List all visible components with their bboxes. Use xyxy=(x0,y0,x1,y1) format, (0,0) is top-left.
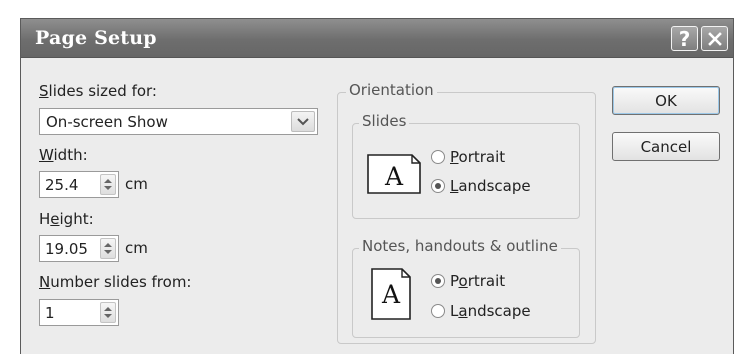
notes-portrait-label: Portrait xyxy=(450,272,506,290)
spinner-arrows-icon[interactable] xyxy=(100,302,116,323)
slides-portrait-label: Portrait xyxy=(450,148,506,166)
radio-checked-icon xyxy=(431,274,445,288)
slides-landscape-label: Landscape xyxy=(450,177,531,195)
help-button[interactable]: ? xyxy=(671,26,698,51)
landscape-page-icon: A xyxy=(367,154,421,198)
svg-text:A: A xyxy=(381,280,401,309)
width-spinner[interactable]: 25.4 xyxy=(39,171,119,198)
height-spinner[interactable]: 19.05 xyxy=(39,235,119,262)
dialog-title: Page Setup xyxy=(35,27,157,49)
page-setup-dialog: Page Setup ? Slides sized for: On-screen… xyxy=(20,18,734,354)
slides-landscape-radio[interactable]: Landscape xyxy=(431,177,531,195)
help-icon: ? xyxy=(678,26,691,51)
height-value: 19.05 xyxy=(45,240,88,258)
width-label: Width: xyxy=(39,146,88,164)
number-slides-from-label: Number slides from: xyxy=(39,273,192,291)
notes-landscape-radio[interactable]: Landscape xyxy=(431,302,531,320)
portrait-page-icon: A xyxy=(371,268,411,324)
number-slides-from-value: 1 xyxy=(45,304,55,322)
ok-button[interactable]: OK xyxy=(612,86,720,115)
notes-landscape-label: Landscape xyxy=(450,302,531,320)
slides-portrait-radio[interactable]: Portrait xyxy=(431,148,505,166)
notes-group-title: Notes, handouts & outline xyxy=(359,237,561,255)
close-button[interactable] xyxy=(701,26,728,51)
title-bar: Page Setup ? xyxy=(21,19,733,58)
orientation-title: Orientation xyxy=(346,81,437,99)
spinner-arrows-icon[interactable] xyxy=(100,174,116,195)
notes-portrait-radio[interactable]: Portrait xyxy=(431,272,505,290)
chevron-down-icon[interactable] xyxy=(291,111,315,132)
radio-checked-icon xyxy=(431,179,445,193)
svg-text:A: A xyxy=(384,162,404,191)
width-unit: cm xyxy=(125,175,148,193)
height-label: Height: xyxy=(39,210,94,228)
cancel-button[interactable]: Cancel xyxy=(612,132,720,161)
width-value: 25.4 xyxy=(45,176,79,194)
number-slides-from-spinner[interactable]: 1 xyxy=(39,299,119,326)
radio-unchecked-icon xyxy=(431,150,445,164)
dialog-content: Slides sized for: On-screen Show Width: … xyxy=(21,58,733,354)
slides-group-title: Slides xyxy=(359,112,410,130)
slides-sized-for-value: On-screen Show xyxy=(46,113,168,131)
slides-sized-for-select[interactable]: On-screen Show xyxy=(39,108,318,135)
height-unit: cm xyxy=(125,239,148,257)
close-icon xyxy=(707,31,722,46)
slides-sized-for-label: Slides sized for: xyxy=(39,82,157,100)
radio-unchecked-icon xyxy=(431,304,445,318)
spinner-arrows-icon[interactable] xyxy=(100,238,116,259)
